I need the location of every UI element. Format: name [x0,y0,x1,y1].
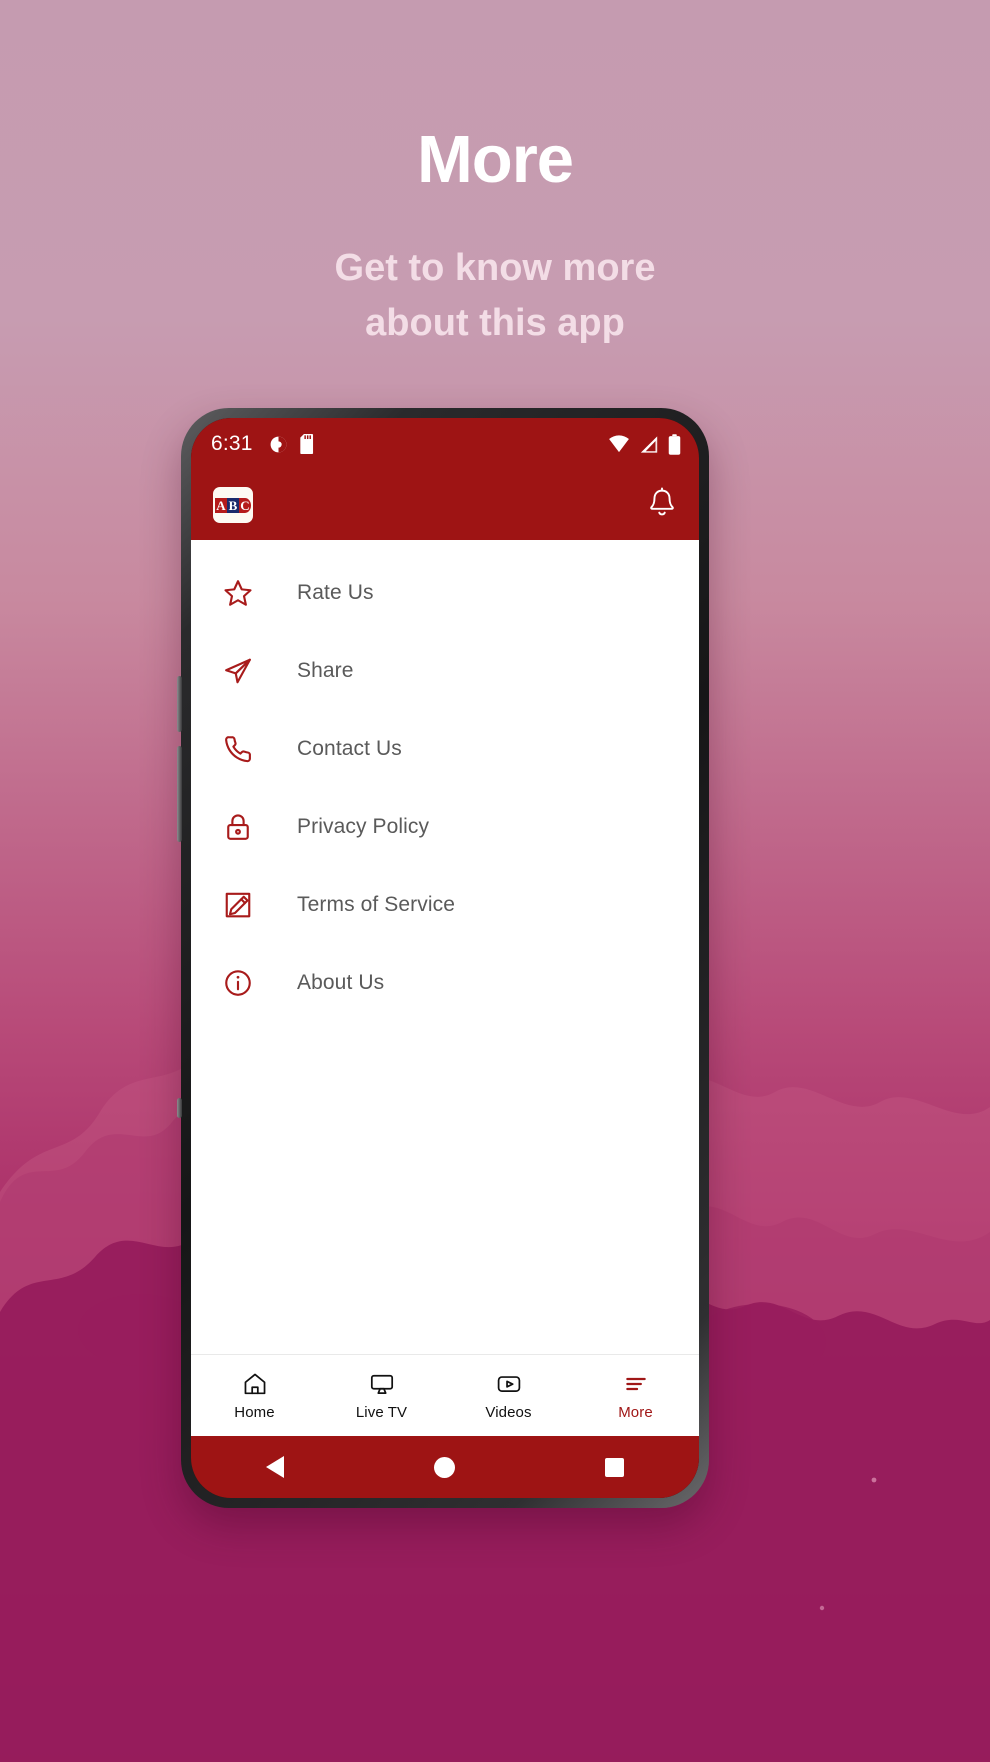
menu-lines-icon [625,1377,646,1390]
nav-item-videos[interactable]: Videos [445,1371,572,1421]
menu-item-label: Rate Us [297,581,374,604]
screen-record-icon [270,436,287,452]
menu-item-label: About Us [297,971,385,994]
star-icon [215,578,261,608]
lock-icon [215,812,261,842]
notification-button[interactable] [647,487,677,524]
nav-item-label: Home [234,1403,275,1421]
page-subtitle: Get to know more about this app [0,241,990,351]
nav-item-more[interactable]: More [572,1371,699,1421]
sd-card-icon [300,434,313,454]
battery-icon [668,433,681,455]
abc-logo[interactable]: A B C [213,487,253,523]
phone-mockup: 6:31 A B C Rate Us Share Contact Us Priv… [177,408,709,1508]
menu-item-privacy-policy[interactable]: Privacy Policy [191,788,699,866]
nav-item-label: More [618,1403,653,1421]
phone-side-button-power[interactable] [177,1098,182,1118]
home-icon [244,1373,265,1394]
bottom-navigation: Home Live TV Videos More [191,1354,699,1436]
tv-icon [370,1374,393,1394]
page-subtitle-line1: Get to know more [334,247,656,289]
status-bar-time: 6:31 [211,432,253,455]
nav-item-live-tv[interactable]: Live TV [318,1371,445,1421]
status-bar: 6:31 [191,418,699,470]
menu-item-label: Share [297,659,354,682]
wifi-icon [609,435,629,453]
hero-section: More Get to know more about this app [0,0,990,351]
page-title: More [416,122,574,197]
nav-item-label: Live TV [355,1403,408,1421]
back-triangle-icon[interactable] [266,1456,284,1478]
menu-item-contact-us[interactable]: Contact Us [191,710,699,788]
abc-logo-letter-a: A [215,497,227,513]
menu-item-terms-of-service[interactable]: Terms of Service [191,866,699,944]
android-navigation-bar [191,1436,699,1498]
phone-side-button-volume-up[interactable] [177,676,182,732]
abc-logo-letters: A B C [215,497,251,513]
menu-item-label: Privacy Policy [297,815,430,838]
nav-item-home[interactable]: Home [191,1371,318,1421]
nav-item-label: Videos [485,1403,532,1421]
menu-item-rate-us[interactable]: Rate Us [191,554,699,632]
info-circle-icon [215,968,261,998]
abc-logo-letter-c: C [239,497,251,513]
recents-square-icon[interactable] [605,1457,624,1477]
screen-content: Rate Us Share Contact Us Privacy Policy … [191,540,699,1436]
menu-item-about-us[interactable]: About Us [191,944,699,1022]
status-bar-right-icons [608,433,681,455]
menu-item-label: Terms of Service [297,893,455,916]
app-bar: A B C [191,470,699,540]
promo-screenshot: More Get to know more about this app 6:3… [0,0,990,1762]
status-bar-left-icons [269,434,317,454]
pencil-square-icon [215,890,261,920]
phone-side-button-volume-down[interactable] [177,746,182,842]
home-circle-icon[interactable] [434,1456,455,1478]
paper-plane-icon [215,656,261,686]
menu-item-share[interactable]: Share [191,632,699,710]
page-subtitle-line2: about this app [365,302,625,345]
cellular-signal-icon [640,435,658,453]
more-menu-list: Rate Us Share Contact Us Privacy Policy … [191,540,699,1022]
video-icon [497,1375,520,1392]
bell-icon [650,487,674,515]
phone-screen: 6:31 A B C Rate Us Share Contact Us Priv… [191,418,699,1498]
abc-logo-letter-b: B [227,497,239,513]
menu-item-label: Contact Us [297,737,402,760]
phone-icon [215,734,261,764]
